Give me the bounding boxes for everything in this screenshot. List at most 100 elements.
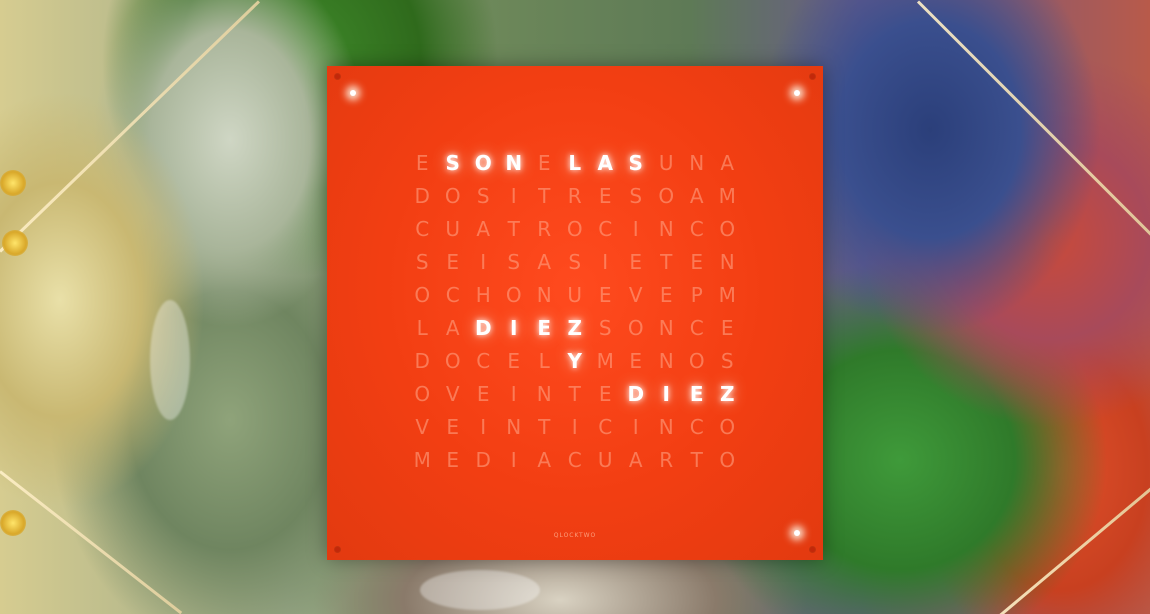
letter: T: [507, 216, 520, 241]
letter: N: [506, 414, 522, 439]
letter: H: [475, 282, 491, 307]
lit-letter: A: [597, 150, 613, 175]
lit-letter: D: [474, 315, 492, 340]
letter: O: [719, 414, 736, 439]
letter: T: [538, 414, 551, 439]
mount-screw: [810, 74, 815, 79]
letter: S: [507, 249, 521, 274]
grid-row: DOSITRESOAM: [407, 179, 743, 212]
letter: A: [720, 150, 735, 175]
grid-row: OVEINTEDIEZ: [407, 377, 743, 410]
letter: S: [476, 183, 490, 208]
letter: S: [598, 315, 612, 340]
lit-letter: E: [689, 381, 704, 406]
grid-row: DOCELYMENOS: [407, 344, 743, 377]
letter: T: [690, 447, 703, 472]
letter: T: [538, 183, 551, 208]
letter: O: [719, 447, 736, 472]
letter: R: [659, 447, 674, 472]
letter: L: [416, 315, 428, 340]
letter: O: [444, 348, 461, 373]
letter: E: [537, 150, 551, 175]
lit-letter: I: [662, 381, 670, 406]
lit-letter: D: [627, 381, 645, 406]
mount-screw: [335, 547, 340, 552]
grid-row: LADIEZSONCE: [407, 311, 743, 344]
letter: O: [627, 315, 644, 340]
letter: E: [598, 282, 612, 307]
word-clock-panel: ESONELASUNADOSITRESOAMCUATROCINCOSEISASI…: [327, 66, 823, 560]
letter: I: [510, 381, 517, 406]
letter: E: [415, 150, 429, 175]
letter: I: [510, 183, 517, 208]
letter: P: [690, 282, 703, 307]
grid-row: ESONELASUNA: [407, 146, 743, 179]
letter: L: [538, 348, 550, 373]
letter: O: [688, 348, 705, 373]
letter: O: [505, 282, 522, 307]
lit-letter: N: [505, 150, 523, 175]
letter: C: [415, 216, 430, 241]
letter: E: [507, 348, 521, 373]
letter: A: [689, 183, 704, 208]
photo-scene: ESONELASUNADOSITRESOAMCUATROCINCOSEISASI…: [0, 0, 1150, 614]
letter: C: [445, 282, 460, 307]
grid-row: CUATROCINCO: [407, 212, 743, 245]
letter: R: [567, 183, 582, 208]
letter: E: [629, 249, 643, 274]
letter: U: [567, 282, 583, 307]
letter: V: [628, 282, 643, 307]
letter: A: [537, 249, 552, 274]
letter: C: [598, 216, 613, 241]
letter: E: [446, 249, 460, 274]
letter: I: [632, 216, 639, 241]
brand-label: QLOCKTWO: [553, 532, 597, 539]
letter: T: [568, 381, 581, 406]
letter-grid: ESONELASUNADOSITRESOAMCUATROCINCOSEISASI…: [407, 146, 743, 476]
lit-letter: Y: [567, 348, 582, 373]
letter: S: [415, 249, 429, 274]
lit-letter: E: [537, 315, 552, 340]
letter: O: [414, 282, 431, 307]
letter: E: [446, 447, 460, 472]
letter: M: [718, 183, 736, 208]
lit-letter: S: [445, 150, 460, 175]
letter: E: [659, 282, 673, 307]
letter: A: [476, 216, 491, 241]
letter: O: [414, 381, 431, 406]
letter: C: [689, 414, 704, 439]
light-streak: [420, 570, 540, 610]
letter: M: [413, 447, 431, 472]
grid-row: SEISASIETEN: [407, 245, 743, 278]
light-reflection: [2, 230, 28, 256]
letter: S: [720, 348, 734, 373]
letter: V: [445, 381, 460, 406]
letter: N: [689, 150, 705, 175]
letter: I: [602, 249, 609, 274]
lit-letter: Z: [567, 315, 582, 340]
letter: E: [720, 315, 734, 340]
letter: M: [596, 348, 614, 373]
lit-letter: O: [474, 150, 492, 175]
minute-led: [794, 90, 800, 96]
letter: N: [536, 381, 552, 406]
letter: T: [660, 249, 673, 274]
letter: C: [567, 447, 582, 472]
letter: A: [537, 447, 552, 472]
letter: V: [415, 414, 430, 439]
letter: A: [628, 447, 643, 472]
letter: D: [414, 183, 430, 208]
lit-letter: I: [510, 315, 518, 340]
light-reflection: [0, 170, 26, 196]
letter: C: [598, 414, 613, 439]
letter: D: [414, 348, 430, 373]
letter: S: [629, 183, 643, 208]
letter: C: [689, 216, 704, 241]
letter: I: [480, 249, 487, 274]
letter: I: [510, 447, 517, 472]
letter: N: [658, 216, 674, 241]
letter: D: [475, 447, 491, 472]
light-reflection: [0, 510, 26, 536]
letter: U: [658, 150, 674, 175]
letter: E: [629, 348, 643, 373]
